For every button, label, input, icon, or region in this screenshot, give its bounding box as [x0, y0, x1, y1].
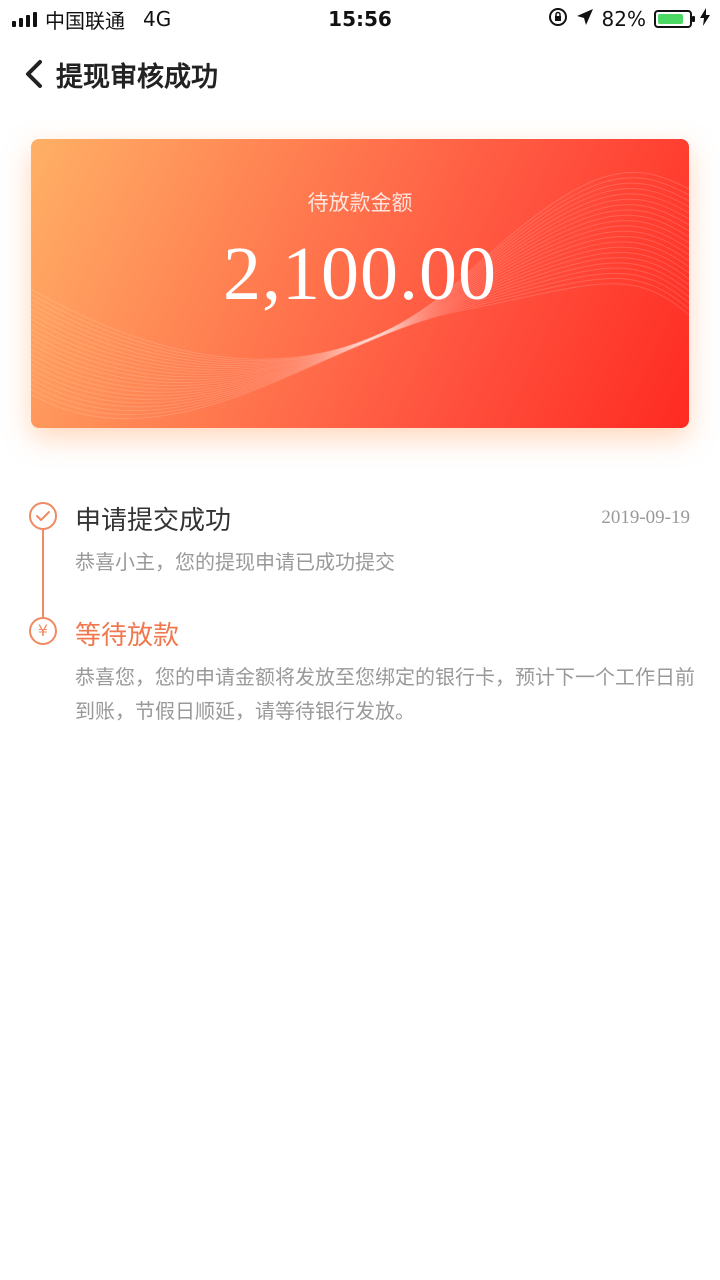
nav-bar: 提现审核成功: [0, 38, 720, 110]
step-desc-awaiting-payout: 恭喜您，您的申请金额将发放至您绑定的银行卡，预计下一个工作日前到账，节假日顺延，…: [75, 665, 695, 723]
step-desc-submitted: 恭喜小主，您的提现申请已成功提交: [75, 550, 395, 574]
status-right: 82%: [548, 7, 720, 32]
location-icon: [576, 7, 594, 31]
page-title: 提现审核成功: [56, 61, 218, 93]
pending-amount-card: 待放款金额 2,100.00: [31, 139, 689, 428]
network-label: 4G: [143, 7, 172, 31]
battery-percent: 82%: [601, 7, 646, 31]
step-title-submitted: 申请提交成功: [75, 506, 232, 536]
status-left: 中国联通 4G: [0, 5, 171, 34]
pending-amount-value: 2,100.00: [223, 232, 497, 316]
back-button[interactable]: [12, 44, 56, 104]
step-title-awaiting-payout: 等待放款: [75, 621, 180, 651]
step-date-submitted: 2019-09-19: [601, 507, 690, 528]
yen-icon: ¥: [29, 617, 57, 645]
signal-icon: [12, 11, 37, 27]
battery-icon: [654, 10, 695, 28]
chevron-left-icon: [26, 60, 42, 88]
battery-fill: [658, 14, 683, 24]
check-icon: [29, 502, 57, 530]
status-bar: 中国联通 4G 15:56 82%: [0, 0, 720, 38]
charging-icon: [700, 7, 710, 31]
carrier-label: 中国联通: [45, 8, 125, 33]
rotation-lock-icon: [548, 7, 568, 32]
timeline-connector: [42, 530, 44, 622]
pending-amount-label: 待放款金额: [307, 191, 413, 215]
